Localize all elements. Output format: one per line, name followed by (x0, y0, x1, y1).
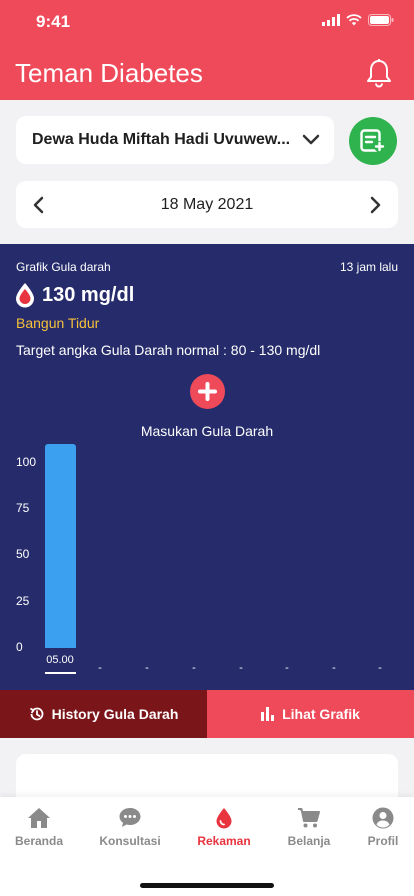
app-title: Teman Diabetes (15, 58, 203, 88)
current-date: 18 May 2021 (160, 195, 254, 213)
add-note-icon (360, 129, 385, 152)
target-range: Target angka Gula Darah normal : 80 - 13… (16, 342, 321, 358)
home-indicator (140, 883, 274, 888)
patient-name: Dewa Huda Miftah Hadi Uvuwew... (32, 131, 291, 148)
nav-item-rekaman[interactable]: Rekaman (185, 807, 263, 848)
plus-icon (198, 382, 217, 401)
x-tick-label: 05.00 (46, 654, 74, 666)
date-navigator: 18 May 2021 (16, 181, 398, 228)
home-icon (28, 808, 50, 828)
tab-history-label: History Gula Darah (51, 706, 179, 722)
blood-sugar-panel: Grafik Gula darah 13 jam lalu 130 mg/dl … (0, 244, 414, 690)
x-tick-label: - (332, 662, 336, 674)
wifi-icon (346, 14, 362, 26)
tab-history[interactable]: History Gula Darah (0, 690, 207, 738)
x-tick-label: - (98, 662, 102, 674)
user-icon (372, 807, 394, 829)
nav-item-profil[interactable]: Profil (344, 807, 414, 848)
record-tabs: History Gula Darah Lihat Grafik (0, 690, 414, 738)
nav-label-profil: Profil (367, 834, 399, 848)
nav-label-konsultasi: Konsultasi (99, 834, 161, 848)
status-time: 9:41 (36, 12, 71, 31)
nav-item-konsultasi[interactable]: Konsultasi (91, 807, 169, 848)
blood-drop-icon (216, 808, 232, 829)
x-label-underline (45, 672, 76, 674)
patient-selector[interactable]: Dewa Huda Miftah Hadi Uvuwew... (16, 116, 334, 164)
nav-label-rekaman: Rekaman (197, 834, 251, 848)
blood-drop-icon (16, 283, 34, 308)
app-header: 9:41 Teman Diabetes (0, 0, 414, 100)
battery-icon (368, 14, 394, 26)
history-icon (29, 707, 43, 721)
x-tick-label: - (239, 662, 243, 674)
y-tick-label: 100 (16, 454, 37, 469)
reading-value: 130 mg/dl (42, 283, 135, 306)
add-blood-sugar-button[interactable] (190, 374, 225, 409)
chevron-down-icon (302, 134, 320, 145)
y-tick-label: 75 (16, 500, 30, 515)
cart-icon (298, 808, 320, 828)
chat-icon (119, 808, 141, 827)
y-tick-label: 0 (16, 640, 23, 654)
nav-label-belanja: Belanja (287, 834, 331, 848)
status-icons (322, 14, 394, 26)
meal-time: Bangun Tidur (16, 315, 100, 331)
nav-item-beranda[interactable]: Beranda (0, 807, 78, 848)
chart-bar (45, 444, 76, 648)
bell-icon[interactable] (366, 58, 392, 88)
y-tick-label: 25 (16, 593, 30, 608)
y-tick-label: 50 (16, 547, 30, 562)
chart-label: Grafik Gula darah (16, 260, 111, 274)
x-tick-label: - (192, 662, 196, 674)
chevron-left-icon[interactable] (32, 196, 44, 214)
latest-reading: 130 mg/dl (14, 282, 134, 308)
x-tick-label: - (378, 662, 382, 674)
chevron-right-icon[interactable] (370, 196, 382, 214)
add-blood-sugar-label: Masukan Gula Darah (140, 423, 274, 439)
tab-graph-label: Lihat Grafik (282, 706, 360, 722)
signal-icon (322, 14, 340, 26)
bottom-nav: Beranda Konsultasi Rekaman Belanja Profi… (0, 797, 414, 896)
x-tick-label: - (285, 662, 289, 674)
add-record-button[interactable] (349, 117, 397, 165)
time-ago: 13 jam lalu (339, 260, 398, 274)
bar-chart-icon (261, 707, 275, 721)
x-tick-label: - (145, 662, 149, 674)
nav-item-belanja[interactable]: Belanja (270, 807, 348, 848)
nav-label-beranda: Beranda (14, 834, 64, 848)
tab-graph[interactable]: Lihat Grafik (207, 690, 414, 738)
